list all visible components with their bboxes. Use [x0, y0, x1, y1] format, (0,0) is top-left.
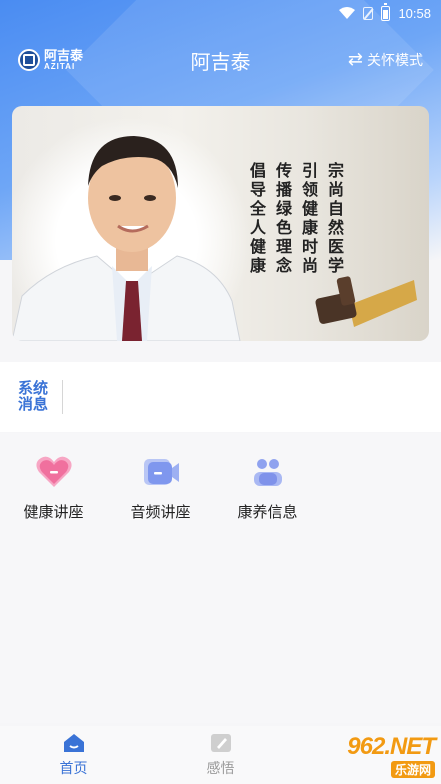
- people-icon: [253, 459, 282, 486]
- wifi-icon: [339, 7, 356, 19]
- banner-carousel[interactable]: 宗尚自然医学 引领健康时尚 传播绿色理念 倡导全人健康: [12, 106, 429, 341]
- care-mode-label: 关怀模式: [367, 53, 423, 69]
- status-time: 10:58: [398, 5, 431, 21]
- calligraphy-column: 传播绿色理念: [273, 162, 292, 276]
- logo-icon: [18, 49, 40, 71]
- logo-cn-text: 阿吉泰: [44, 48, 84, 64]
- watermark-brand: 962.NET: [347, 732, 436, 760]
- feature-menu: 健康讲座 音频讲座 康养信息: [0, 433, 441, 723]
- tab-home[interactable]: 首页: [0, 732, 147, 778]
- site-watermark: 962.NET 乐游网: [305, 732, 436, 778]
- status-bar: 10:58: [0, 0, 441, 26]
- menu-wellness-info[interactable]: 康养信息: [214, 451, 321, 723]
- watermark-site: 乐游网: [390, 760, 435, 778]
- doctor-portrait: [12, 136, 241, 341]
- menu-audio-lecture[interactable]: 音频讲座: [107, 451, 214, 723]
- video-icon: [143, 459, 179, 485]
- swap-arrows-icon: ⇄: [347, 49, 363, 70]
- edit-note-icon: [210, 734, 231, 752]
- calligraphy-column: 倡导全人健康: [247, 162, 266, 276]
- top-nav: 阿吉泰 AZITAI 阿吉泰 ⇄ 关怀模式: [0, 38, 441, 82]
- logo-en-text: AZITAI: [44, 61, 76, 71]
- app-logo: 阿吉泰 AZITAI: [18, 49, 83, 71]
- notice-divider: [62, 380, 64, 414]
- system-notice-bar[interactable]: 系统 消息: [0, 362, 441, 432]
- system-notice-label: 系统 消息: [18, 379, 49, 413]
- no-sim-icon: [363, 6, 374, 20]
- scroll-seal-decoration: [315, 276, 417, 327]
- battery-icon: [381, 2, 391, 21]
- home-icon: [63, 734, 84, 752]
- care-mode-button[interactable]: ⇄ 关怀模式: [348, 50, 423, 70]
- heart-icon: [35, 456, 72, 487]
- menu-health-lecture[interactable]: 健康讲座: [0, 451, 107, 723]
- tab-insights[interactable]: 感悟: [147, 732, 294, 778]
